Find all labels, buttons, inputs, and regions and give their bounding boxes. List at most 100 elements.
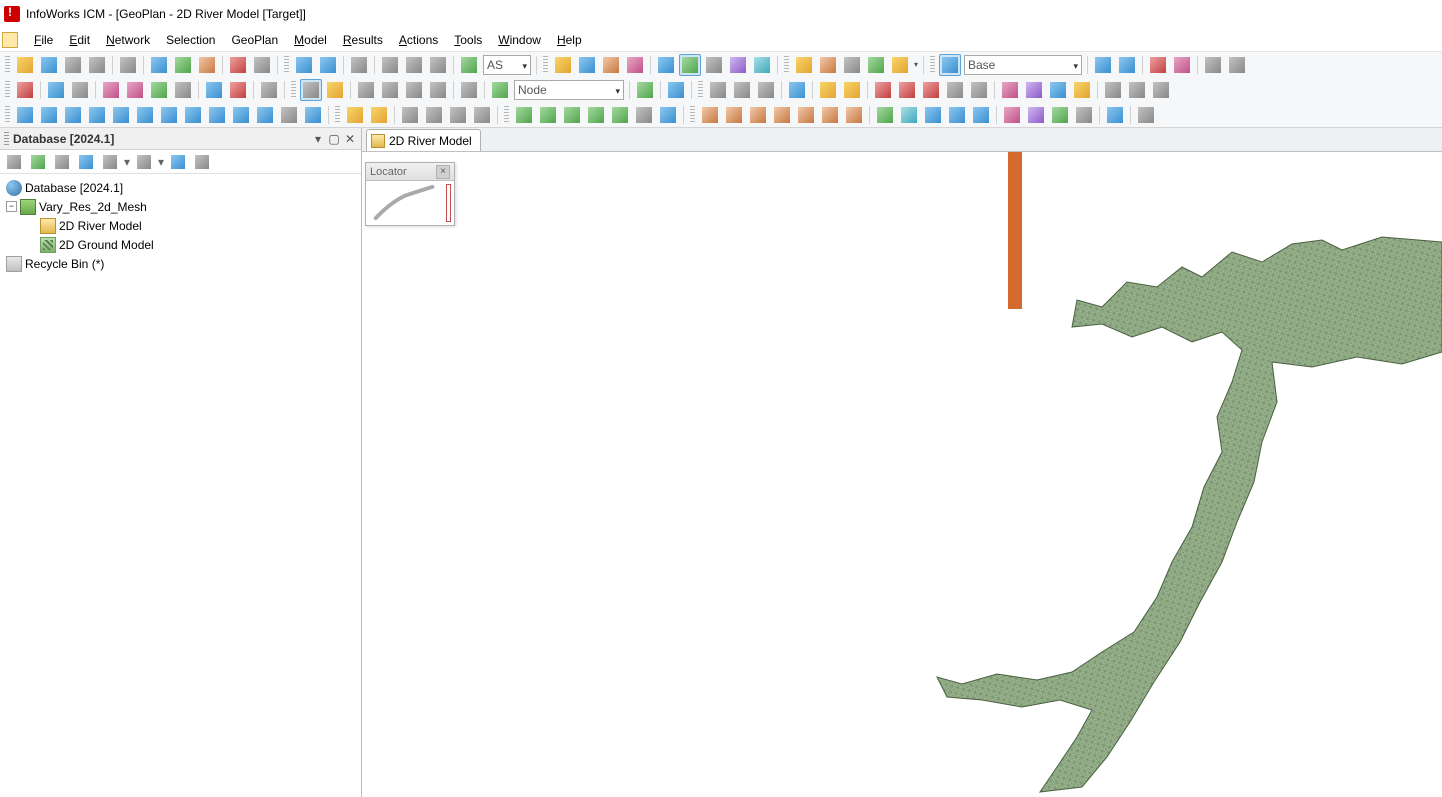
combo-as[interactable]: AS	[483, 55, 531, 75]
tb-q3-icon[interactable]	[561, 104, 583, 126]
menu-geoplan[interactable]: GeoPlan	[223, 30, 286, 50]
tb-s11-icon[interactable]	[1135, 104, 1157, 126]
tb-n2-icon[interactable]	[1023, 79, 1045, 101]
panel-options-icon[interactable]: ▾	[311, 132, 325, 146]
tb-h2-icon[interactable]	[817, 54, 839, 76]
menu-edit[interactable]: Edit	[61, 30, 98, 50]
tb-n1-icon[interactable]	[999, 79, 1021, 101]
tb-s7-icon[interactable]	[1025, 104, 1047, 126]
tb-n3-icon[interactable]	[1047, 79, 1069, 101]
tb-play6-icon[interactable]	[134, 104, 156, 126]
tb-play3-icon[interactable]	[62, 104, 84, 126]
tb-n6-icon[interactable]	[1126, 79, 1148, 101]
tb-play10-icon[interactable]	[230, 104, 252, 126]
tb-s2-icon[interactable]	[898, 104, 920, 126]
tb-s1-icon[interactable]	[874, 104, 896, 126]
tb-h3-icon[interactable]	[841, 54, 863, 76]
tb-edit-icon[interactable]	[458, 54, 480, 76]
tb-undo-icon[interactable]	[293, 54, 315, 76]
menu-tools[interactable]: Tools	[446, 30, 490, 50]
tb-p6-icon[interactable]	[471, 104, 493, 126]
tb-j2-icon[interactable]	[124, 79, 146, 101]
tree-ground-model[interactable]: 2D Ground Model	[2, 235, 359, 254]
db-view-icon[interactable]	[76, 152, 96, 172]
tb-m8-icon[interactable]	[968, 79, 990, 101]
tb-q1-icon[interactable]	[513, 104, 535, 126]
tb-s6-icon[interactable]	[1001, 104, 1023, 126]
tb-g2-icon[interactable]	[576, 54, 598, 76]
tb-r2-icon[interactable]	[723, 104, 745, 126]
tb-i4-icon[interactable]	[1171, 54, 1193, 76]
tb-h4-icon[interactable]	[865, 54, 887, 76]
db-list-icon[interactable]	[52, 152, 72, 172]
tb-help-icon[interactable]	[251, 54, 273, 76]
tb-m3-icon[interactable]	[841, 79, 863, 101]
tb-l2-icon[interactable]	[665, 79, 687, 101]
tb-zoomin-icon[interactable]	[731, 79, 753, 101]
tb-s3-icon[interactable]	[922, 104, 944, 126]
tb-cut-icon[interactable]	[379, 54, 401, 76]
panel-close-icon[interactable]: ✕	[343, 132, 357, 146]
tb-p4-icon[interactable]	[423, 104, 445, 126]
tb-print-icon[interactable]	[117, 54, 139, 76]
combo-node[interactable]: Node	[514, 80, 624, 100]
menu-window[interactable]: Window	[490, 30, 549, 50]
tb-save-icon[interactable]	[62, 54, 84, 76]
tb-h5-icon[interactable]	[889, 54, 911, 76]
tb-g1-icon[interactable]	[552, 54, 574, 76]
tb-r3-icon[interactable]	[747, 104, 769, 126]
tb-copy-icon[interactable]	[403, 54, 425, 76]
locator-body[interactable]	[366, 181, 454, 225]
tb-g3-icon[interactable]	[600, 54, 622, 76]
tb-world-icon[interactable]	[489, 79, 511, 101]
tb-m2-icon[interactable]	[817, 79, 839, 101]
tb-q5-icon[interactable]	[609, 104, 631, 126]
tb-delete-icon[interactable]	[227, 79, 249, 101]
tb-s5-icon[interactable]	[970, 104, 992, 126]
tb-s4-icon[interactable]	[946, 104, 968, 126]
tb-j6-icon[interactable]	[258, 79, 280, 101]
tb-flag-icon[interactable]	[196, 54, 218, 76]
database-tree[interactable]: Database [2024.1] − Vary_Res_2d_Mesh 2D …	[0, 174, 361, 797]
tb-m7-icon[interactable]	[944, 79, 966, 101]
tb-play2-icon[interactable]	[38, 104, 60, 126]
tb-cut2-icon[interactable]	[227, 54, 249, 76]
panel-pin-icon[interactable]: ▢	[327, 132, 341, 146]
tb-n4-icon[interactable]	[1071, 79, 1093, 101]
tb-zoomout-icon[interactable]	[755, 79, 777, 101]
tb-play8-icon[interactable]	[182, 104, 204, 126]
tb-play1-icon[interactable]	[14, 104, 36, 126]
tb-back-icon[interactable]	[348, 54, 370, 76]
tb-new-icon[interactable]	[14, 54, 36, 76]
tree-river-model[interactable]: 2D River Model	[2, 216, 359, 235]
tb-s8-icon[interactable]	[1049, 104, 1071, 126]
tb-play4-icon[interactable]	[86, 104, 108, 126]
geoplan-canvas[interactable]: Locator ×	[362, 152, 1442, 797]
tb-n5-icon[interactable]	[1102, 79, 1124, 101]
tb-redo-icon[interactable]	[317, 54, 339, 76]
menu-results[interactable]: Results	[335, 30, 391, 50]
tb-play7-icon[interactable]	[158, 104, 180, 126]
tb-p2-icon[interactable]	[368, 104, 390, 126]
tb-j4-icon[interactable]	[172, 79, 194, 101]
locator-close-icon[interactable]: ×	[436, 165, 450, 179]
tb-k6-icon[interactable]	[458, 79, 480, 101]
menu-help[interactable]: Help	[549, 30, 590, 50]
tb-r7-icon[interactable]	[843, 104, 865, 126]
menu-model[interactable]: Model	[286, 30, 335, 50]
menu-file[interactable]: File	[26, 30, 61, 50]
tb-n7-icon[interactable]	[1150, 79, 1172, 101]
tb-open-icon[interactable]	[38, 54, 60, 76]
tb-k3-icon[interactable]	[379, 79, 401, 101]
tb-s9-icon[interactable]	[1073, 104, 1095, 126]
tb-pan-icon[interactable]	[707, 79, 729, 101]
tb-r1-icon[interactable]	[699, 104, 721, 126]
locator-window[interactable]: Locator ×	[365, 162, 455, 226]
tb-k5-icon[interactable]	[427, 79, 449, 101]
tree-group[interactable]: − Vary_Res_2d_Mesh	[2, 197, 359, 216]
tb-h5-dropdown[interactable]	[912, 54, 920, 76]
db-x1-icon[interactable]	[168, 152, 188, 172]
menu-selection[interactable]: Selection	[158, 30, 223, 50]
collapse-icon[interactable]: −	[6, 201, 17, 212]
tb-p5-icon[interactable]	[447, 104, 469, 126]
